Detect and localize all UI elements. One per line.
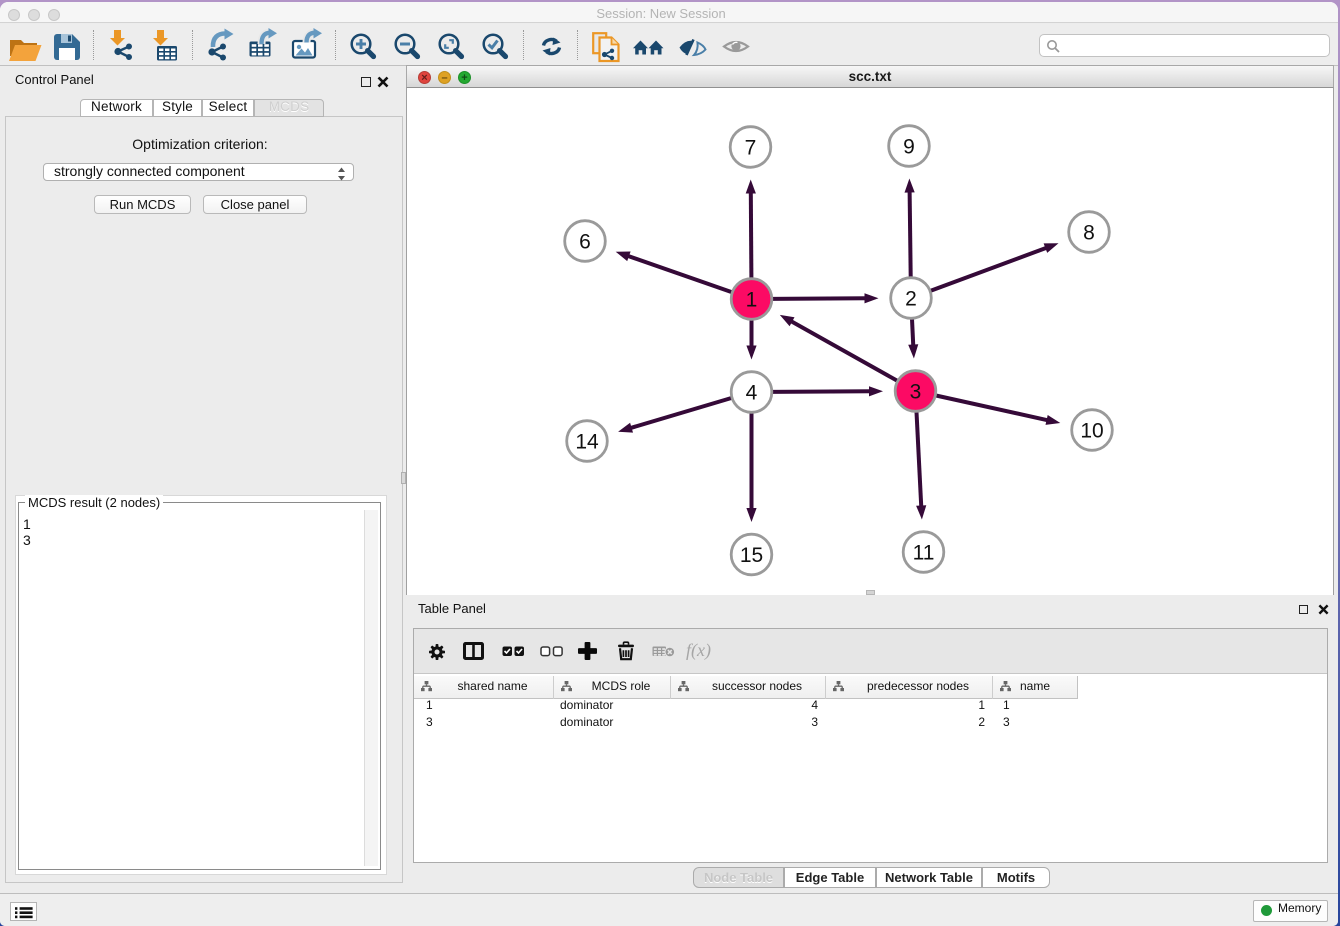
svg-text:14: 14 [575, 431, 599, 454]
svg-text:3: 3 [910, 381, 922, 404]
svg-text:4: 4 [746, 382, 758, 405]
svg-text:15: 15 [740, 544, 763, 567]
svg-text:7: 7 [745, 137, 757, 160]
svg-text:1: 1 [746, 289, 758, 312]
svg-text:10: 10 [1080, 420, 1103, 443]
svg-text:9: 9 [903, 136, 915, 159]
svg-text:2: 2 [905, 288, 917, 311]
svg-text:6: 6 [579, 231, 591, 254]
svg-text:8: 8 [1083, 222, 1095, 245]
svg-text:11: 11 [913, 542, 935, 565]
